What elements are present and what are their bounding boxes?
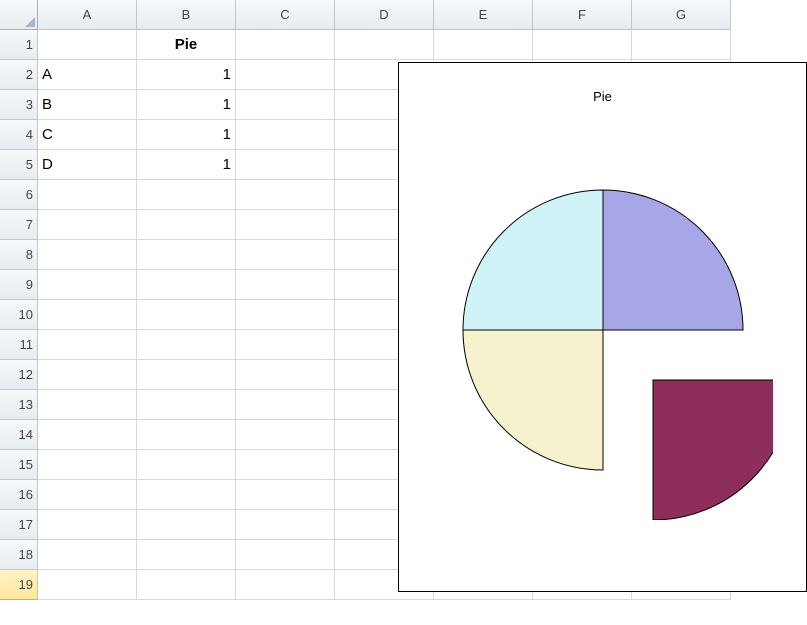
cell-c18[interactable] xyxy=(236,540,335,570)
pie-chart-container[interactable]: Pie xyxy=(398,62,807,592)
cell-a6[interactable] xyxy=(38,180,137,210)
row-header-2[interactable]: 2 xyxy=(0,60,38,90)
row-header-5[interactable]: 5 xyxy=(0,150,38,180)
cell-c9[interactable] xyxy=(236,270,335,300)
cell-b15[interactable] xyxy=(137,450,236,480)
cell-c13[interactable] xyxy=(236,390,335,420)
cell-a18[interactable] xyxy=(38,540,137,570)
cell-b13[interactable] xyxy=(137,390,236,420)
cell-c14[interactable] xyxy=(236,420,335,450)
pie-slice-d xyxy=(463,190,603,330)
cell-a4[interactable]: C xyxy=(38,120,137,150)
cell-b4[interactable]: 1 xyxy=(137,120,236,150)
cell-b12[interactable] xyxy=(137,360,236,390)
row-header-8[interactable]: 8 xyxy=(0,240,38,270)
cell-b17[interactable] xyxy=(137,510,236,540)
cell-c10[interactable] xyxy=(236,300,335,330)
cell-c1[interactable] xyxy=(236,30,335,60)
cell-d1[interactable] xyxy=(335,30,434,60)
cell-a3[interactable]: B xyxy=(38,90,137,120)
row-header-6[interactable]: 6 xyxy=(0,180,38,210)
cell-b18[interactable] xyxy=(137,540,236,570)
cell-c5[interactable] xyxy=(236,150,335,180)
row-header-4[interactable]: 4 xyxy=(0,120,38,150)
cell-c4[interactable] xyxy=(236,120,335,150)
cell-b8[interactable] xyxy=(137,240,236,270)
column-header-d[interactable]: D xyxy=(335,0,434,30)
cell-b6[interactable] xyxy=(137,180,236,210)
cell-b19[interactable] xyxy=(137,570,236,600)
cell-c3[interactable] xyxy=(236,90,335,120)
row-header-15[interactable]: 15 xyxy=(0,450,38,480)
chart-title: Pie xyxy=(399,89,806,104)
cell-a10[interactable] xyxy=(38,300,137,330)
pie-slice-a xyxy=(603,190,743,330)
cell-c12[interactable] xyxy=(236,360,335,390)
cell-c2[interactable] xyxy=(236,60,335,90)
pie-chart xyxy=(433,160,773,520)
cell-b3[interactable]: 1 xyxy=(137,90,236,120)
row-header-9[interactable]: 9 xyxy=(0,270,38,300)
cell-a14[interactable] xyxy=(38,420,137,450)
cell-f1[interactable] xyxy=(533,30,632,60)
row-header-11[interactable]: 11 xyxy=(0,330,38,360)
row-header-13[interactable]: 13 xyxy=(0,390,38,420)
column-header-a[interactable]: A xyxy=(38,0,137,30)
cell-b5[interactable]: 1 xyxy=(137,150,236,180)
cell-a17[interactable] xyxy=(38,510,137,540)
cell-b10[interactable] xyxy=(137,300,236,330)
cell-a11[interactable] xyxy=(38,330,137,360)
cell-c11[interactable] xyxy=(236,330,335,360)
pie-slice-c xyxy=(463,330,603,470)
cell-a12[interactable] xyxy=(38,360,137,390)
cell-c6[interactable] xyxy=(236,180,335,210)
row-header-12[interactable]: 12 xyxy=(0,360,38,390)
cell-b16[interactable] xyxy=(137,480,236,510)
cell-c19[interactable] xyxy=(236,570,335,600)
row-header-3[interactable]: 3 xyxy=(0,90,38,120)
cell-a5[interactable]: D xyxy=(38,150,137,180)
cell-c8[interactable] xyxy=(236,240,335,270)
cell-a15[interactable] xyxy=(38,450,137,480)
cell-b9[interactable] xyxy=(137,270,236,300)
cell-c7[interactable] xyxy=(236,210,335,240)
cell-a16[interactable] xyxy=(38,480,137,510)
row-header-14[interactable]: 14 xyxy=(0,420,38,450)
cell-b14[interactable] xyxy=(137,420,236,450)
row-header-1[interactable]: 1 xyxy=(0,30,38,60)
row-header-18[interactable]: 18 xyxy=(0,540,38,570)
cell-b7[interactable] xyxy=(137,210,236,240)
cell-a1[interactable] xyxy=(38,30,137,60)
select-all-corner[interactable] xyxy=(0,0,38,30)
column-header-b[interactable]: B xyxy=(137,0,236,30)
cell-g1[interactable] xyxy=(632,30,731,60)
row-header-17[interactable]: 17 xyxy=(0,510,38,540)
pie-slice-b-exploded xyxy=(653,380,773,520)
cell-b11[interactable] xyxy=(137,330,236,360)
column-header-e[interactable]: E xyxy=(434,0,533,30)
cell-a19[interactable] xyxy=(38,570,137,600)
cell-a7[interactable] xyxy=(38,210,137,240)
cell-e1[interactable] xyxy=(434,30,533,60)
column-header-f[interactable]: F xyxy=(533,0,632,30)
row-header-19[interactable]: 19 xyxy=(0,570,38,600)
cell-a9[interactable] xyxy=(38,270,137,300)
cell-a8[interactable] xyxy=(38,240,137,270)
cell-c16[interactable] xyxy=(236,480,335,510)
cell-c15[interactable] xyxy=(236,450,335,480)
row-header-16[interactable]: 16 xyxy=(0,480,38,510)
row-header-7[interactable]: 7 xyxy=(0,210,38,240)
column-header-g[interactable]: G xyxy=(632,0,731,30)
row-header-10[interactable]: 10 xyxy=(0,300,38,330)
cell-a13[interactable] xyxy=(38,390,137,420)
cell-b2[interactable]: 1 xyxy=(137,60,236,90)
cell-c17[interactable] xyxy=(236,510,335,540)
column-header-c[interactable]: C xyxy=(236,0,335,30)
cell-a2[interactable]: A xyxy=(38,60,137,90)
cell-b1[interactable]: Pie xyxy=(137,30,236,60)
